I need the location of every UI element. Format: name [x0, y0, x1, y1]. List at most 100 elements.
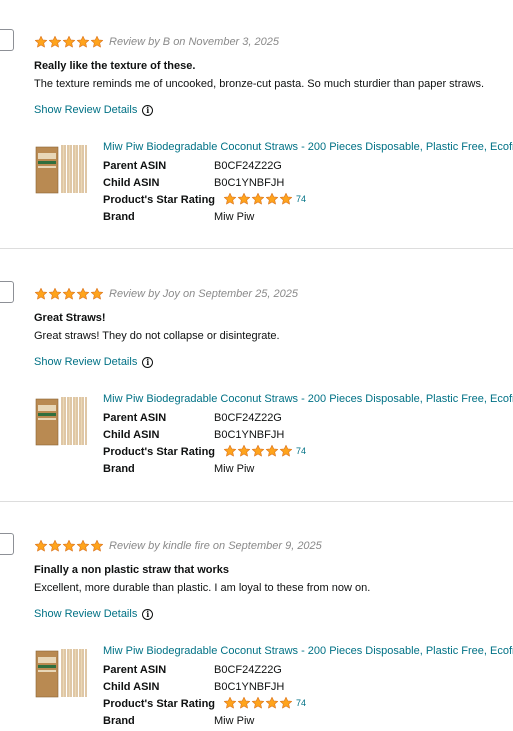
product-stars: [223, 444, 293, 458]
child-asin-label: Child ASIN: [103, 177, 160, 189]
info-icon[interactable]: i: [142, 104, 154, 116]
review-star-row: Review by kindle fire on September 9, 20…: [34, 538, 322, 554]
product-summary: Miw Piw Biodegradable Coconut Straws - 2…: [34, 645, 513, 731]
star-filled-icon: [251, 696, 265, 709]
star-filled-icon: [279, 192, 293, 205]
star-rating-label: Product's Star Rating: [103, 446, 216, 458]
review-title: Great Straws!: [34, 312, 106, 324]
review-stars: [34, 287, 104, 301]
parent-asin-value: B0CF24Z22G: [214, 664, 282, 676]
star-rating-label: Product's Star Rating: [103, 698, 216, 710]
star-filled-icon: [279, 696, 293, 709]
star-filled-icon: [90, 35, 104, 48]
review-meta: Review by kindle fire on September 9, 20…: [109, 540, 322, 552]
parent-asin-label: Parent ASIN: [103, 664, 167, 676]
star-filled-icon: [34, 35, 48, 48]
product-rating: 74: [223, 192, 306, 206]
review-select-checkbox[interactable]: [0, 29, 14, 51]
brand-row: Brand: [103, 211, 135, 223]
child-asin-label: Child ASIN: [103, 681, 160, 693]
product-summary: Miw Piw Biodegradable Coconut Straws - 2…: [34, 141, 513, 231]
star-filled-icon: [223, 696, 237, 709]
brand-value: Miw Piw: [214, 715, 255, 727]
show-review-details-link[interactable]: Show Review Details i: [34, 356, 154, 368]
product-title-link[interactable]: Miw Piw Biodegradable Coconut Straws - 2…: [103, 645, 513, 657]
brand-row: Brand: [103, 715, 135, 727]
brand-label: Brand: [103, 211, 135, 223]
review-divider: [0, 501, 513, 502]
star-filled-icon: [34, 539, 48, 552]
star-rating-label: Product's Star Rating: [103, 194, 216, 206]
star-filled-icon: [90, 539, 104, 552]
review-body: Great straws! They do not collapse or di…: [34, 330, 280, 342]
parent-asin-row: Parent ASIN: [103, 412, 166, 424]
parent-asin-label: Parent ASIN: [103, 412, 167, 424]
star-filled-icon: [90, 287, 104, 300]
info-icon[interactable]: i: [142, 608, 154, 620]
review-select-checkbox[interactable]: [0, 281, 14, 303]
review-body: The texture reminds me of uncooked, bron…: [34, 78, 485, 90]
brand-label: Brand: [103, 463, 135, 475]
parent-asin-value: B0CF24Z22G: [214, 160, 282, 172]
product-rating: 74: [223, 696, 306, 710]
review-card: Review by Joy on September 25, 2025 Grea…: [0, 259, 513, 511]
review-card: Review by kindle fire on September 9, 20…: [0, 511, 513, 731]
star-filled-icon: [237, 444, 251, 457]
show-review-details-label: Show Review Details: [34, 356, 138, 368]
child-asin-label: Child ASIN: [103, 429, 160, 441]
star-filled-icon: [76, 35, 90, 48]
star-filled-icon: [237, 192, 251, 205]
child-asin-row: Child ASIN: [103, 177, 159, 189]
star-filled-icon: [265, 192, 279, 205]
star-filled-icon: [62, 539, 76, 552]
star-rating-row: Product's Star Rating: [103, 446, 215, 458]
product-image[interactable]: [34, 143, 92, 195]
review-body: Excellent, more durable than plastic. I …: [34, 582, 371, 594]
brand-value: Miw Piw: [214, 211, 255, 223]
review-stars: [34, 35, 104, 49]
review-star-row: Review by B on November 3, 2025: [34, 34, 279, 50]
show-review-details-label: Show Review Details: [34, 608, 138, 620]
review-meta: Review by B on November 3, 2025: [109, 36, 279, 48]
child-asin-row: Child ASIN: [103, 681, 159, 693]
star-filled-icon: [223, 192, 237, 205]
star-rating-row: Product's Star Rating: [103, 698, 215, 710]
show-review-details-link[interactable]: Show Review Details i: [34, 104, 154, 116]
star-rating-row: Product's Star Rating: [103, 194, 215, 206]
brand-label: Brand: [103, 715, 135, 727]
star-filled-icon: [62, 287, 76, 300]
parent-asin-row: Parent ASIN: [103, 160, 166, 172]
product-stars: [223, 192, 293, 206]
review-title: Finally a non plastic straw that works: [34, 564, 229, 576]
rating-count-link[interactable]: 74: [296, 446, 306, 456]
info-icon[interactable]: i: [142, 356, 154, 368]
review-list: Review by B on November 3, 2025 Really l…: [0, 0, 513, 731]
product-title-link[interactable]: Miw Piw Biodegradable Coconut Straws - 2…: [103, 393, 513, 405]
star-filled-icon: [223, 444, 237, 457]
rating-count-link[interactable]: 74: [296, 698, 306, 708]
product-rating: 74: [223, 444, 306, 458]
show-review-details-label: Show Review Details: [34, 104, 138, 116]
star-filled-icon: [48, 35, 62, 48]
review-title: Really like the texture of these.: [34, 60, 196, 72]
product-summary: Miw Piw Biodegradable Coconut Straws - 2…: [34, 393, 513, 483]
brand-value: Miw Piw: [214, 463, 255, 475]
child-asin-row: Child ASIN: [103, 429, 159, 441]
review-stars: [34, 539, 104, 553]
child-asin-value: B0C1YNBFJH: [214, 681, 285, 693]
parent-asin-row: Parent ASIN: [103, 664, 166, 676]
star-filled-icon: [34, 287, 48, 300]
star-filled-icon: [251, 192, 265, 205]
product-image[interactable]: [34, 395, 92, 447]
brand-row: Brand: [103, 463, 135, 475]
review-select-checkbox[interactable]: [0, 533, 14, 555]
product-title-link[interactable]: Miw Piw Biodegradable Coconut Straws - 2…: [103, 141, 513, 153]
review-card: Review by B on November 3, 2025 Really l…: [0, 7, 513, 259]
show-review-details-link[interactable]: Show Review Details i: [34, 608, 154, 620]
rating-count-link[interactable]: 74: [296, 194, 306, 204]
product-stars: [223, 696, 293, 710]
product-image[interactable]: [34, 647, 92, 699]
star-filled-icon: [48, 287, 62, 300]
star-filled-icon: [237, 696, 251, 709]
child-asin-value: B0C1YNBFJH: [214, 177, 285, 189]
